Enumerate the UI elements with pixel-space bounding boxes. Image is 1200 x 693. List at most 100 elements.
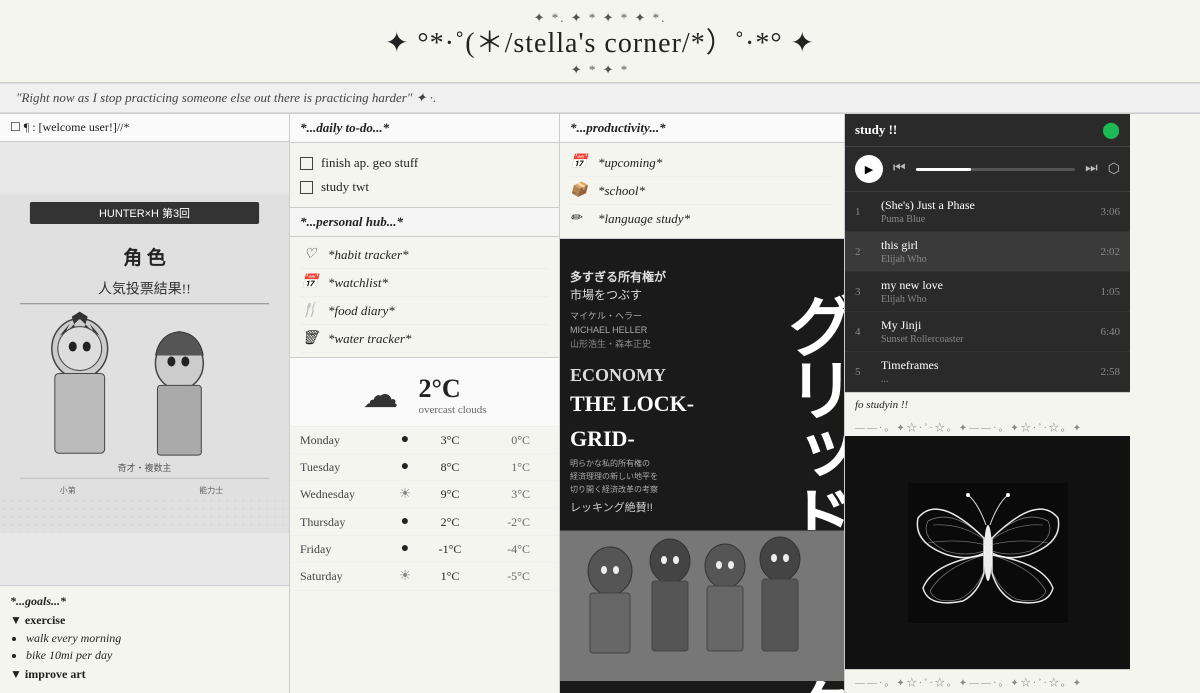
prod-school[interactable]: 📦 *school* (570, 177, 834, 205)
svg-text:小第: 小第 (60, 485, 76, 495)
weather-hi-wednesday: 9°C (420, 487, 480, 502)
box-icon: 📦 (570, 182, 590, 199)
column-productivity: *...productivity...* 📅 *upcoming* 📦 *sch… (560, 114, 845, 693)
svg-text:マイケル・ヘラー: マイケル・ヘラー (570, 311, 642, 321)
day-saturday: Saturday (300, 569, 390, 584)
next-button[interactable]: ⏭ (1085, 161, 1098, 177)
hub-habit[interactable]: ♡ *habit tracker* (300, 241, 549, 269)
track-info-1: (She's) Just a Phase Puma Blue (881, 198, 1069, 225)
track-duration-5: 2:58 (1075, 366, 1120, 378)
track-duration-1: 3:06 (1075, 206, 1120, 218)
heart-icon: ♡ (300, 246, 320, 263)
track-artist-1: Puma Blue (881, 214, 1069, 225)
butterfly-panel (845, 436, 1130, 669)
music-controls: ▶ ⏮ ⏭ ⬡ (845, 147, 1130, 192)
checkbox-2[interactable] (300, 181, 313, 194)
weather-icon-wednesday: ☀ (390, 486, 420, 503)
track-name-3: my new love (881, 278, 1069, 293)
track-5[interactable]: 5 Timeframes ... 2:58 (845, 352, 1130, 392)
day-tuesday: Tuesday (300, 460, 390, 475)
weather-description: overcast clouds (418, 404, 486, 416)
track-info-2: this girl Elijah Who (881, 238, 1069, 265)
hub-water[interactable]: 🗑 *water tracker* (300, 325, 549, 353)
butterfly-svg (908, 483, 1068, 623)
track-3[interactable]: 3 my new love Elijah Who 1:05 (845, 272, 1130, 312)
track-artist-4: Sunset Rollercoaster (881, 334, 1069, 345)
quote-bar: "Right now as I stop practicing someone … (0, 83, 1200, 113)
track-4[interactable]: 4 My Jinji Sunset Rollercoaster 6:40 (845, 312, 1130, 352)
prod-upcoming[interactable]: 📅 *upcoming* (570, 149, 834, 177)
svg-text:MICHAEL HELLER: MICHAEL HELLER (570, 325, 648, 335)
track-num-3: 3 (855, 286, 875, 298)
prev-button[interactable]: ⏮ (893, 161, 906, 177)
track-duration-2: 2:02 (1075, 246, 1120, 258)
goal-exercise[interactable]: ▼ exercise (10, 613, 279, 628)
spotify-icon: ⬤ (1102, 120, 1120, 140)
deco-line-1: ——·。✦☆·˚·☆。✦——·。✦☆·˚·☆。✦ (845, 417, 1130, 436)
manga-news-svg: グリッドロック経済 多すぎる所有権が 市場をつぶす マイケル・ヘラー MICHA… (560, 239, 844, 693)
progress-bar[interactable] (916, 168, 1076, 171)
svg-text:人気投票結果!!: 人気投票結果!! (98, 282, 191, 298)
progress-fill (916, 168, 972, 171)
hub-watchlist-label: *watchlist* (328, 275, 388, 291)
track-name-1: (She's) Just a Phase (881, 198, 1069, 213)
weather-lo-friday: -4°C (480, 542, 530, 557)
weather-lo-wednesday: 3°C (480, 487, 530, 502)
todo-list: finish ap. geo stuff study twt (290, 143, 559, 207)
trash-icon: 🗑 (300, 330, 320, 347)
track-num-1: 1 (855, 206, 875, 218)
hub-food-label: *food diary* (328, 303, 395, 319)
productivity-links: 📅 *upcoming* 📦 *school* ✏ *language stud… (560, 143, 844, 239)
svg-text:多すぎる所有権が: 多すぎる所有権が (570, 269, 666, 284)
hub-food[interactable]: 🍴 *food diary* (300, 297, 549, 325)
svg-text:THE LOCK-: THE LOCK- (570, 391, 694, 416)
svg-text:HUNTER×H 第3回: HUNTER×H 第3回 (99, 206, 190, 220)
todo-label-2: study twt (321, 179, 369, 195)
fork-icon: 🍴 (300, 302, 320, 319)
weather-thursday: Thursday ● 2°C -2°C (290, 509, 559, 536)
goals-section: *...goals...* ▼ exercise walk every morn… (0, 585, 289, 693)
header-stars-bottom: ✦ * ✦ * (20, 62, 1180, 78)
weather-tuesday: Tuesday ● 8°C 1°C (290, 454, 559, 481)
track-artist-3: Elijah Who (881, 294, 1069, 305)
music-header: study !! ⬤ (845, 114, 1130, 147)
play-button[interactable]: ▶ (855, 155, 883, 183)
daily-todo-header: *...daily to-do...* (290, 114, 559, 143)
track-name-4: My Jinji (881, 318, 1069, 333)
track-1[interactable]: 1 (She's) Just a Phase Puma Blue 3:06 (845, 192, 1130, 232)
weather-hi-thursday: 2°C (420, 515, 480, 530)
manga-svg: HUNTER×H 第3回 角 色 人気投票結果!! (0, 142, 289, 585)
weather-icon-friday: ● (390, 541, 420, 557)
weather-hi-monday: 3°C (420, 433, 480, 448)
track-duration-3: 1:05 (1075, 286, 1120, 298)
goal-walk: walk every morning (26, 631, 279, 646)
hub-list: ♡ *habit tracker* 📅 *watchlist* 🍴 *food … (290, 237, 559, 357)
prod-language[interactable]: ✏ *language study* (570, 205, 834, 232)
welcome-label: ☐ ¶ : [welcome user!]//* (10, 120, 130, 135)
svg-text:経済理理の新しい地平を: 経済理理の新しい地平を (570, 471, 658, 481)
track-artist-5: ... (881, 374, 1069, 385)
todo-label-1: finish ap. geo stuff (321, 155, 418, 171)
todo-item-2[interactable]: study twt (300, 175, 549, 199)
goals-header: *...goals...* (10, 594, 279, 609)
weather-hi-saturday: 1°C (420, 569, 480, 584)
column-daily: *...daily to-do...* finish ap. geo stuff… (290, 114, 560, 693)
svg-text:市場をつぶす: 市場をつぶす (570, 287, 642, 302)
track-2[interactable]: 2 this girl Elijah Who 2:02 (845, 232, 1130, 272)
weather-friday: Friday ● -1°C -4°C (290, 536, 559, 563)
productivity-header: *...productivity...* (560, 114, 844, 143)
manga-panel: HUNTER×H 第3回 角 色 人気投票結果!! (0, 142, 289, 585)
hub-watchlist[interactable]: 📅 *watchlist* (300, 269, 549, 297)
weather-wednesday: Wednesday ☀ 9°C 3°C (290, 481, 559, 509)
checkbox-1[interactable] (300, 157, 313, 170)
pencil-icon: ✏ (570, 210, 590, 227)
prod-school-label: *school* (598, 183, 645, 199)
svg-text:ECONOMY: ECONOMY (570, 365, 666, 385)
column-welcome: ☐ ¶ : [welcome user!]//* HUNTER×H 第3回 角 … (0, 114, 290, 693)
track-name-5: Timeframes (881, 358, 1069, 373)
day-friday: Friday (300, 542, 390, 557)
share-button[interactable]: ⬡ (1108, 161, 1120, 178)
todo-item-1[interactable]: finish ap. geo stuff (300, 151, 549, 175)
site-title: ✦ °*·˚(＊/stella's corner/*）˚·*° ✦ (20, 26, 1180, 62)
svg-text:奇才・複数主: 奇才・複数主 (118, 463, 172, 474)
